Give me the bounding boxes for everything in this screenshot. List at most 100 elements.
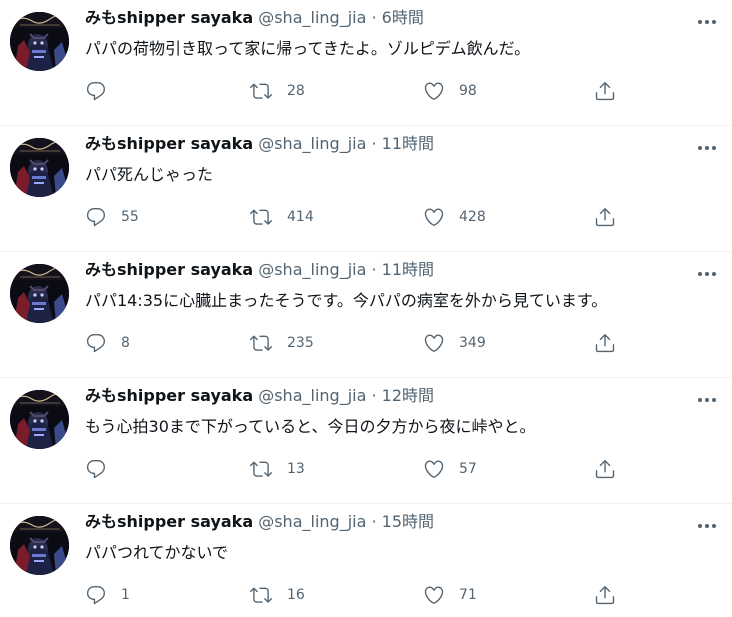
user-handle[interactable]: @sha_ling_jia xyxy=(258,386,366,405)
share-icon xyxy=(594,206,616,228)
display-name[interactable]: みもshipper sayaka xyxy=(85,512,253,531)
like-button[interactable]: 57 xyxy=(423,454,477,484)
display-name[interactable]: みもshipper sayaka xyxy=(85,260,253,279)
user-handle[interactable]: @sha_ling_jia xyxy=(258,8,366,27)
like-count: 57 xyxy=(459,461,477,477)
avatar-image xyxy=(10,264,69,323)
tweet-header: みもshipper sayaka @sha_ling_jia · 6時間 xyxy=(85,7,424,29)
like-count: 71 xyxy=(459,587,477,603)
tweet-actions: 1 16 71 xyxy=(0,580,732,610)
tweet-text: パパ14:35に心臓止まったそうです。今パパの病室を外から見ています。 xyxy=(85,291,608,310)
more-button[interactable] xyxy=(692,516,722,536)
tweet[interactable]: みもshipper sayaka @sha_ling_jia · 6時間 パパの… xyxy=(0,0,732,126)
share-icon xyxy=(594,80,616,102)
like-icon xyxy=(423,332,445,354)
tweet-actions: 28 98 xyxy=(0,76,732,106)
retweet-icon xyxy=(249,332,273,354)
share-icon xyxy=(594,584,616,606)
more-button[interactable] xyxy=(692,138,722,158)
user-handle[interactable]: @sha_ling_jia xyxy=(258,134,366,153)
timestamp[interactable]: 6時間 xyxy=(382,8,424,27)
tweet-actions: 55 414 428 xyxy=(0,202,732,232)
reply-button[interactable]: 8 xyxy=(85,328,130,358)
retweet-button[interactable]: 28 xyxy=(249,76,305,106)
avatar-image xyxy=(10,390,69,449)
user-handle[interactable]: @sha_ling_jia xyxy=(258,512,366,531)
separator-dot: · xyxy=(371,8,377,27)
retweet-count: 13 xyxy=(287,461,305,477)
like-icon xyxy=(423,206,445,228)
reply-button[interactable]: 55 xyxy=(85,202,139,232)
share-button[interactable] xyxy=(594,328,616,358)
reply-count: 8 xyxy=(121,335,130,351)
tweet-header: みもshipper sayaka @sha_ling_jia · 11時間 xyxy=(85,133,434,155)
avatar[interactable] xyxy=(10,390,69,449)
reply-count: 55 xyxy=(121,209,139,225)
tweet-header: みもshipper sayaka @sha_ling_jia · 11時間 xyxy=(85,259,434,281)
reply-button[interactable] xyxy=(85,454,121,484)
avatar[interactable] xyxy=(10,12,69,71)
tweet-header: みもshipper sayaka @sha_ling_jia · 12時間 xyxy=(85,385,434,407)
more-icon xyxy=(698,20,716,24)
retweet-count: 235 xyxy=(287,335,314,351)
tweet-feed: みもshipper sayaka @sha_ling_jia · 6時間 パパの… xyxy=(0,0,732,617)
retweet-icon xyxy=(249,584,273,606)
retweet-button[interactable]: 235 xyxy=(249,328,314,358)
tweet[interactable]: みもshipper sayaka @sha_ling_jia · 12時間 もう… xyxy=(0,378,732,504)
retweet-icon xyxy=(249,458,273,480)
more-button[interactable] xyxy=(692,264,722,284)
share-button[interactable] xyxy=(594,76,616,106)
avatar[interactable] xyxy=(10,138,69,197)
more-icon xyxy=(698,398,716,402)
reply-button[interactable] xyxy=(85,76,121,106)
more-icon xyxy=(698,524,716,528)
tweet-text: もう心拍30まで下がっていると、今日の夕方から夜に峠やと。 xyxy=(85,417,536,436)
timestamp[interactable]: 12時間 xyxy=(382,386,434,405)
display-name[interactable]: みもshipper sayaka xyxy=(85,134,253,153)
tweet-header: みもshipper sayaka @sha_ling_jia · 15時間 xyxy=(85,511,434,533)
tweet-text: パパつれてかないで xyxy=(85,543,229,562)
retweet-count: 16 xyxy=(287,587,305,603)
separator-dot: · xyxy=(371,512,377,531)
retweet-icon xyxy=(249,206,273,228)
like-button[interactable]: 349 xyxy=(423,328,486,358)
more-button[interactable] xyxy=(692,390,722,410)
avatar-image xyxy=(10,516,69,575)
timestamp[interactable]: 11時間 xyxy=(382,260,434,279)
reply-icon xyxy=(85,80,107,102)
retweet-button[interactable]: 16 xyxy=(249,580,305,610)
more-button[interactable] xyxy=(692,12,722,32)
share-button[interactable] xyxy=(594,202,616,232)
share-button[interactable] xyxy=(594,454,616,484)
separator-dot: · xyxy=(371,386,377,405)
like-button[interactable]: 71 xyxy=(423,580,477,610)
retweet-count: 414 xyxy=(287,209,314,225)
separator-dot: · xyxy=(371,260,377,279)
like-count: 428 xyxy=(459,209,486,225)
like-button[interactable]: 98 xyxy=(423,76,477,106)
display-name[interactable]: みもshipper sayaka xyxy=(85,8,253,27)
tweet[interactable]: みもshipper sayaka @sha_ling_jia · 11時間 パパ… xyxy=(0,252,732,378)
retweet-count: 28 xyxy=(287,83,305,99)
tweet[interactable]: みもshipper sayaka @sha_ling_jia · 11時間 パパ… xyxy=(0,126,732,252)
display-name[interactable]: みもshipper sayaka xyxy=(85,386,253,405)
reply-button[interactable]: 1 xyxy=(85,580,130,610)
like-count: 349 xyxy=(459,335,486,351)
timestamp[interactable]: 15時間 xyxy=(382,512,434,531)
separator-dot: · xyxy=(371,134,377,153)
like-count: 98 xyxy=(459,83,477,99)
reply-count: 1 xyxy=(121,587,130,603)
timestamp[interactable]: 11時間 xyxy=(382,134,434,153)
tweet-actions: 8 235 349 xyxy=(0,328,732,358)
retweet-button[interactable]: 414 xyxy=(249,202,314,232)
avatar[interactable] xyxy=(10,264,69,323)
user-handle[interactable]: @sha_ling_jia xyxy=(258,260,366,279)
share-button[interactable] xyxy=(594,580,616,610)
tweet[interactable]: みもshipper sayaka @sha_ling_jia · 15時間 パパ… xyxy=(0,504,732,617)
like-button[interactable]: 428 xyxy=(423,202,486,232)
avatar[interactable] xyxy=(10,516,69,575)
like-icon xyxy=(423,80,445,102)
retweet-button[interactable]: 13 xyxy=(249,454,305,484)
share-icon xyxy=(594,332,616,354)
like-icon xyxy=(423,584,445,606)
